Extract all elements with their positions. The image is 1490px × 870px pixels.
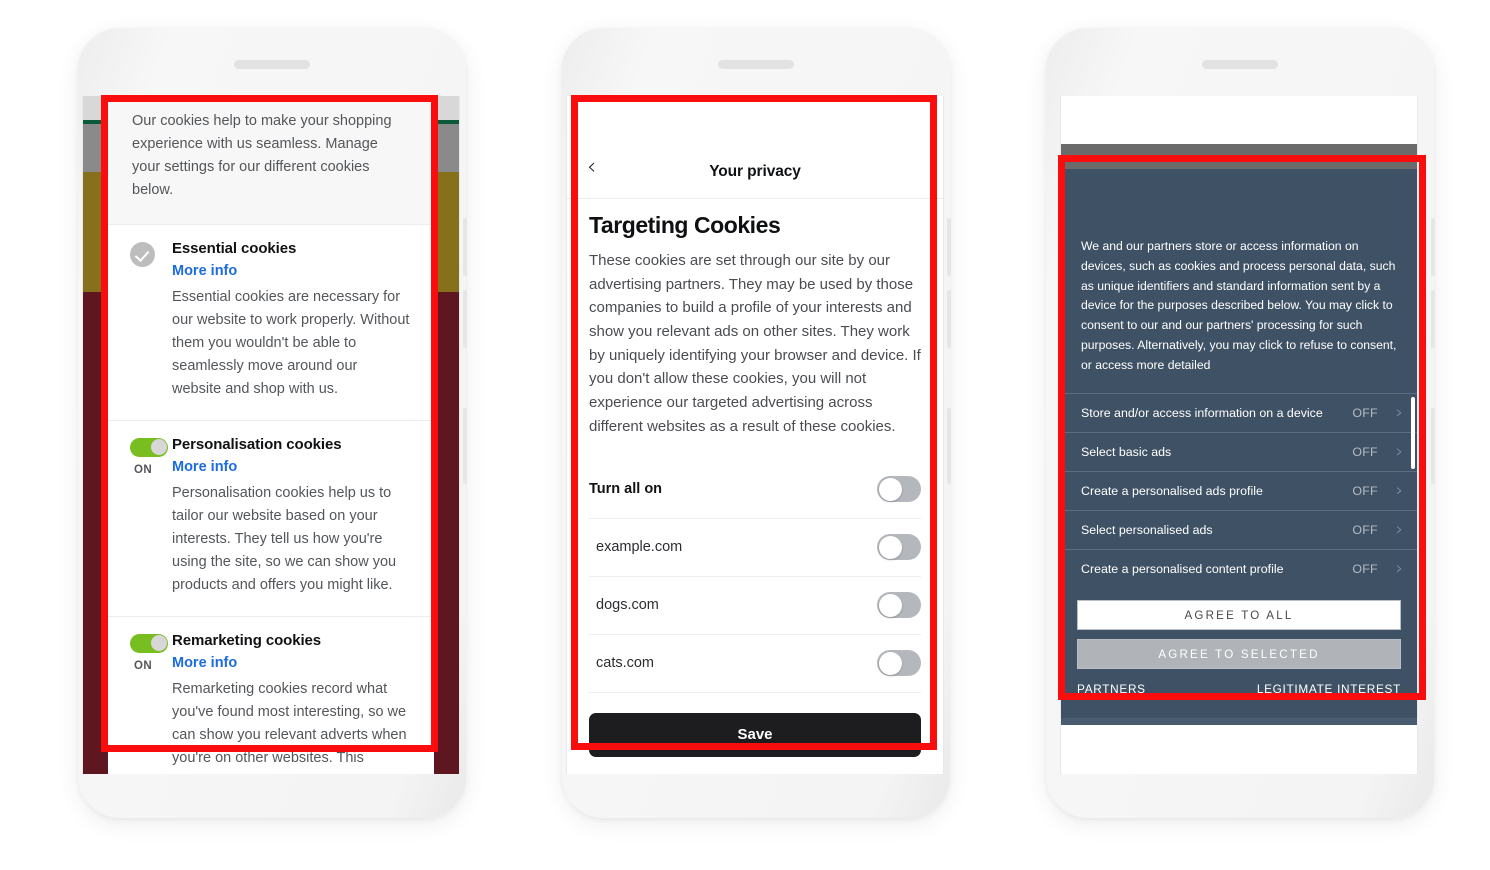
- earpiece-speaker-3: [1202, 60, 1278, 69]
- volume-down-button-1[interactable]: [463, 290, 467, 348]
- chevron-right-icon[interactable]: ›: [1396, 404, 1403, 422]
- purpose-state: OFF: [1352, 406, 1378, 421]
- page-title: Targeting Cookies: [589, 212, 781, 238]
- cookie-row-title: Remarketing cookies: [172, 631, 321, 649]
- chevron-right-icon[interactable]: ›: [1396, 521, 1403, 539]
- toggle-row-turn-all-on: Turn all on: [589, 461, 921, 519]
- purpose-row-ads-profile[interactable]: Create a personalised ads profile OFF ›: [1061, 471, 1417, 510]
- purpose-row-personalised-ads[interactable]: Select personalised ads OFF ›: [1061, 510, 1417, 549]
- toggle-cats-com[interactable]: [877, 650, 921, 676]
- earpiece-speaker-2: [718, 60, 794, 69]
- toggle-state-label: ON: [134, 659, 153, 672]
- purpose-row-store-access[interactable]: Store and/or access information on a dev…: [1061, 393, 1417, 432]
- earpiece-speaker-1: [234, 60, 310, 69]
- phone-device-2: ‹ Your privacy Targeting Cookies These c…: [562, 28, 951, 818]
- targeting-toggle-list: Turn all on example.com dogs.com cats.co…: [589, 461, 921, 693]
- remarketing-control: ON: [130, 633, 174, 672]
- chevron-right-icon[interactable]: ›: [1396, 482, 1403, 500]
- more-info-link-essential[interactable]: More info: [172, 263, 410, 279]
- agree-to-all-button[interactable]: AGREE TO ALL: [1077, 600, 1401, 631]
- cookie-row-essential: Essential cookies More info Essential co…: [108, 223, 434, 420]
- consent-footer-links: PARTNERS LEGITIMATE INTEREST: [1061, 678, 1417, 712]
- cookie-row-title: Essential cookies: [172, 239, 297, 257]
- volume-up-button-3[interactable]: [1431, 218, 1435, 276]
- privacy-navbar: ‹ Your privacy: [567, 152, 943, 199]
- phone-screen-1: Our cookies help to make your shopping e…: [82, 96, 460, 774]
- page-white-header: [1061, 96, 1417, 144]
- power-button-3[interactable]: [1431, 408, 1435, 484]
- volume-down-button-3[interactable]: [1431, 290, 1435, 348]
- power-button-2[interactable]: [947, 408, 951, 484]
- consent-actions: AGREE TO ALL AGREE TO SELECTED: [1061, 588, 1417, 670]
- navbar-title: Your privacy: [709, 163, 801, 180]
- power-button-1[interactable]: [463, 408, 467, 484]
- volume-up-button-2[interactable]: [947, 218, 951, 276]
- page-white-footer: [1061, 725, 1417, 774]
- more-info-link-personalisation[interactable]: More info: [172, 459, 410, 475]
- purpose-row-content-profile[interactable]: Create a personalised content profile OF…: [1061, 549, 1417, 588]
- cookie-row-personalisation: ON Personalisation cookies More info Per…: [108, 419, 434, 616]
- cookie-row-description: Essential cookies are necessary for our …: [172, 288, 410, 398]
- purpose-label: Store and/or access information on a dev…: [1081, 406, 1323, 421]
- purpose-row-basic-ads[interactable]: Select basic ads OFF ›: [1061, 432, 1417, 471]
- purpose-label: Create a personalised content profile: [1081, 562, 1284, 577]
- toggle-state-label: ON: [134, 463, 153, 476]
- chevron-right-icon[interactable]: ›: [1396, 443, 1403, 461]
- more-info-link-remarketing[interactable]: More info: [172, 655, 410, 671]
- toggle-row-cats-com: cats.com: [589, 635, 921, 693]
- toggle-personalisation[interactable]: [130, 437, 168, 457]
- cookie-row-title: Personalisation cookies: [172, 435, 342, 453]
- targeting-cookies-description: These cookies are set through our site b…: [589, 252, 921, 435]
- phone-screen-2: ‹ Your privacy Targeting Cookies These c…: [566, 96, 944, 774]
- toggle-turn-all-on[interactable]: [877, 476, 921, 502]
- purpose-state: OFF: [1352, 445, 1378, 460]
- consent-panel-bottom-edge: [1061, 718, 1417, 726]
- toggle-row-label: dogs.com: [596, 597, 659, 613]
- phone-device-3: We and our partners store or access info…: [1046, 28, 1435, 818]
- status-bar-spacer: [567, 96, 943, 152]
- phone-screen-3: We and our partners store or access info…: [1060, 96, 1418, 774]
- personalisation-control: ON: [130, 437, 174, 476]
- consent-intro-text: We and our partners store or access info…: [1081, 239, 1397, 372]
- consent-purpose-list: Store and/or access information on a dev…: [1061, 393, 1417, 588]
- essential-control: [130, 241, 174, 267]
- consent-panel: We and our partners store or access info…: [1061, 169, 1417, 719]
- cookie-row-description: Personalisation cookies help us to tailo…: [172, 484, 397, 594]
- toggle-dogs-com[interactable]: [877, 592, 921, 618]
- check-circle-icon: [130, 241, 155, 267]
- toggle-row-label: cats.com: [596, 655, 655, 671]
- chevron-right-icon[interactable]: ›: [1396, 560, 1403, 578]
- back-chevron-icon[interactable]: ‹: [587, 156, 596, 179]
- targeting-cookies-page: ‹ Your privacy Targeting Cookies These c…: [567, 96, 943, 774]
- toggle-row-label: example.com: [596, 539, 683, 555]
- purpose-label: Create a personalised ads profile: [1081, 484, 1263, 499]
- save-button[interactable]: Save: [589, 712, 921, 757]
- toggle-example-com[interactable]: [877, 534, 921, 560]
- volume-down-button-2[interactable]: [947, 290, 951, 348]
- agree-to-selected-button[interactable]: AGREE TO SELECTED: [1077, 639, 1401, 670]
- toggle-row-label: Turn all on: [589, 481, 663, 497]
- cookie-intro-text: Our cookies help to make your shopping e…: [108, 96, 434, 224]
- purpose-label: Select personalised ads: [1081, 523, 1213, 538]
- legitimate-interest-link[interactable]: LEGITIMATE INTEREST: [1257, 682, 1401, 696]
- phone-device-1: Our cookies help to make your shopping e…: [78, 28, 467, 818]
- consent-scrollbar[interactable]: [1411, 397, 1415, 469]
- purpose-state: OFF: [1352, 523, 1378, 538]
- consent-page: We and our partners store or access info…: [1061, 96, 1417, 774]
- purpose-state: OFF: [1352, 562, 1378, 577]
- toggle-row-dogs-com: dogs.com: [589, 577, 921, 635]
- purpose-state: OFF: [1352, 484, 1378, 499]
- toggle-remarketing[interactable]: [130, 633, 168, 653]
- purpose-label: Select basic ads: [1081, 445, 1172, 460]
- consent-panel-spacer: [1061, 169, 1417, 237]
- cookie-row-remarketing: ON Remarketing cookies More info Remarke…: [108, 615, 434, 775]
- cookie-row-description: Remarketing cookies record what you've f…: [172, 680, 407, 775]
- toggle-row-example-com: example.com: [589, 519, 921, 577]
- page-gray-bar: [1061, 144, 1417, 169]
- partners-link[interactable]: PARTNERS: [1077, 682, 1146, 696]
- cookie-settings-card: Our cookies help to make your shopping e…: [108, 96, 434, 774]
- volume-up-button-1[interactable]: [463, 218, 467, 276]
